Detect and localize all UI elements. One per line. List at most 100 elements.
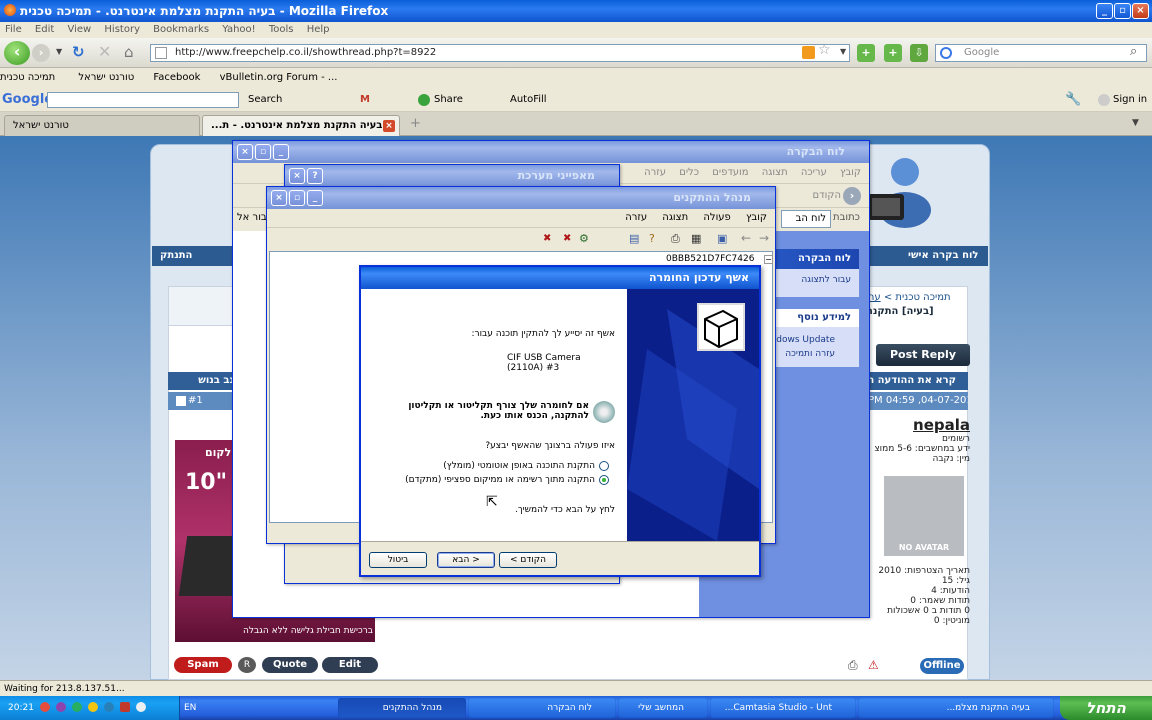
device-manager-maximize-button[interactable]: ▫ [289,190,305,206]
share-button[interactable]: Share [434,88,463,112]
language-indicator[interactable]: EN [184,696,196,720]
help-icon[interactable]: ? [649,232,655,245]
taskbar-item-control-panel[interactable]: לוח הבקרה [468,698,616,718]
control-panel-close-button[interactable]: × [237,144,253,160]
cp-menu-favorites[interactable]: מועדפים [712,167,748,178]
addon-plus-icon[interactable]: + [857,44,875,62]
tree-icon[interactable]: ▦ [691,232,701,245]
logout-link[interactable]: התנתק [160,246,192,266]
reload-icon[interactable]: ↻ [72,43,85,61]
taskbar-item-firefox[interactable]: בעיה התקנת מצלמ... [858,698,1054,718]
system-properties-help-button[interactable]: ? [307,168,323,184]
home-icon[interactable]: ⌂ [124,43,134,61]
bookmark-star-icon[interactable]: ☆ [818,42,831,58]
menu-yahoo[interactable]: Yahoo! [222,24,255,35]
start-button[interactable]: התחל [1060,696,1152,720]
cp-menu-tools[interactable]: כלים [679,167,699,178]
details-icon[interactable]: ▣ [717,232,727,245]
spam-button[interactable]: Spam [174,657,232,673]
sign-in-link[interactable]: Sign in [1113,88,1147,112]
printer-icon[interactable]: ⎙ [848,658,858,673]
rss-icon[interactable] [802,46,815,59]
dm-forward-icon[interactable]: → [759,231,769,245]
control-panel-minimize-button[interactable]: _ [273,144,289,160]
taskbar-item-camtasia[interactable]: Camtasia Studio - Unt... [710,698,856,718]
thread-tools-label[interactable]: נב בנושא [198,372,234,390]
url-dropdown-icon[interactable]: ▼ [840,47,846,56]
device-tree-root[interactable]: 0BBB521D7FC7426 [666,254,754,264]
dm-menu-action[interactable]: פעולה [703,212,730,223]
forward-arrow-icon[interactable]: › [32,44,50,62]
back-arrow-icon[interactable]: ‹ [4,41,30,65]
bookmark-tech-support[interactable]: תמיכה טכנית [0,72,55,83]
url-input[interactable]: http://www.freepchelp.co.il/showthread.p… [150,44,850,62]
uninstall-icon[interactable]: ✖ [543,233,551,244]
tray-icon-5[interactable] [104,702,114,712]
username-link[interactable]: nepala [866,416,970,434]
tab-torrent[interactable]: טורנט ישראל [4,115,200,136]
breadcrumb-link[interactable]: תמיכה טכנית [895,292,950,303]
scan-icon[interactable]: ⚙ [579,232,589,245]
cp-menu-file[interactable]: קובץ [840,167,861,178]
menu-view[interactable]: View [67,24,91,35]
print-icon[interactable]: ⎙ [671,232,680,246]
bookmark-facebook[interactable]: Facebook [153,72,200,83]
device-manager-minimize-button[interactable]: _ [307,190,323,206]
menu-file[interactable]: File [5,24,22,35]
addon-add-icon[interactable]: + [884,44,902,62]
tab-close-icon[interactable]: × [383,120,395,132]
google-search-button[interactable]: Search [248,88,282,112]
cp-menu-view[interactable]: תצוגה [762,167,788,178]
next-button[interactable]: הבא > [437,552,495,568]
cp-go-label[interactable]: בור אל [237,212,267,223]
tray-icon-7[interactable] [136,702,146,712]
tab-list-icon[interactable]: ▼ [1132,118,1139,128]
option-auto[interactable]: התקנת התוכנה באופן אוטומטי (מומלץ) [369,461,615,471]
autofill-button[interactable]: AutoFill [510,88,547,112]
user-cp-link[interactable]: לוח בקרה אישי [908,246,978,266]
search-icon[interactable]: ⌕ [1130,44,1137,59]
cp-menu-help[interactable]: עזרה [644,167,666,178]
menu-bookmarks[interactable]: Bookmarks [153,24,209,35]
device-manager-close-button[interactable]: × [271,190,287,206]
wrench-icon[interactable]: 🔧 [1065,88,1081,112]
bookmark-vbulletin[interactable]: vBulletin.org Forum - ... [220,72,338,83]
tree-collapse-icon[interactable]: − [764,255,773,264]
google-search-input[interactable] [47,92,239,108]
cp-back-label[interactable]: הקודם [799,186,841,206]
back-button[interactable]: < הקודם [499,552,557,568]
new-tab-icon[interactable]: + [410,116,421,131]
report-icon[interactable]: R [238,657,256,673]
cp-back-icon[interactable]: › [843,187,861,205]
radio-advanced-selected[interactable] [599,475,609,485]
menu-history[interactable]: History [104,24,140,35]
cp-address-input[interactable]: לוח הב [781,210,831,228]
tray-icon-1[interactable] [40,702,50,712]
bookmark-torrent-israel[interactable]: טורנט ישראל [78,72,134,83]
cp-menu-edit[interactable]: עריכה [801,167,827,178]
download-icon[interactable]: ⇩ [910,44,928,62]
post-reply-button[interactable]: Post Reply [876,344,970,366]
tray-icon-4[interactable] [88,702,98,712]
maximize-button[interactable]: ▫ [1114,3,1131,19]
disable-icon[interactable]: ✖ [563,233,571,244]
close-button[interactable]: × [1132,3,1149,19]
stop-icon[interactable]: ✕ [98,42,111,61]
dm-menu-view[interactable]: תצוגה [662,212,688,223]
dm-back-icon[interactable]: ← [741,231,751,245]
tray-icon-3[interactable] [72,702,82,712]
option-advanced[interactable]: התקנה מתוך רשימה או ממיקום ספציפי (מתקדם… [369,475,615,485]
cancel-button[interactable]: ביטול [369,552,427,568]
gmail-icon[interactable]: M [360,88,370,112]
menu-tools[interactable]: Tools [269,24,294,35]
quote-button[interactable]: Quote [262,657,318,673]
menu-edit[interactable]: Edit [35,24,54,35]
menu-help[interactable]: Help [307,24,330,35]
tab-active-thread[interactable]: ...בעיה התקנת מצלמת אינטרנט. - ת × [202,115,400,136]
minimize-button[interactable]: _ [1096,3,1113,19]
tray-icon-2[interactable] [56,702,66,712]
clock[interactable]: 20:21 [8,696,34,720]
system-properties-close-button[interactable]: × [289,168,305,184]
history-dropdown-icon[interactable]: ▼ [56,47,62,56]
warning-icon[interactable]: ⚠ [868,658,879,672]
